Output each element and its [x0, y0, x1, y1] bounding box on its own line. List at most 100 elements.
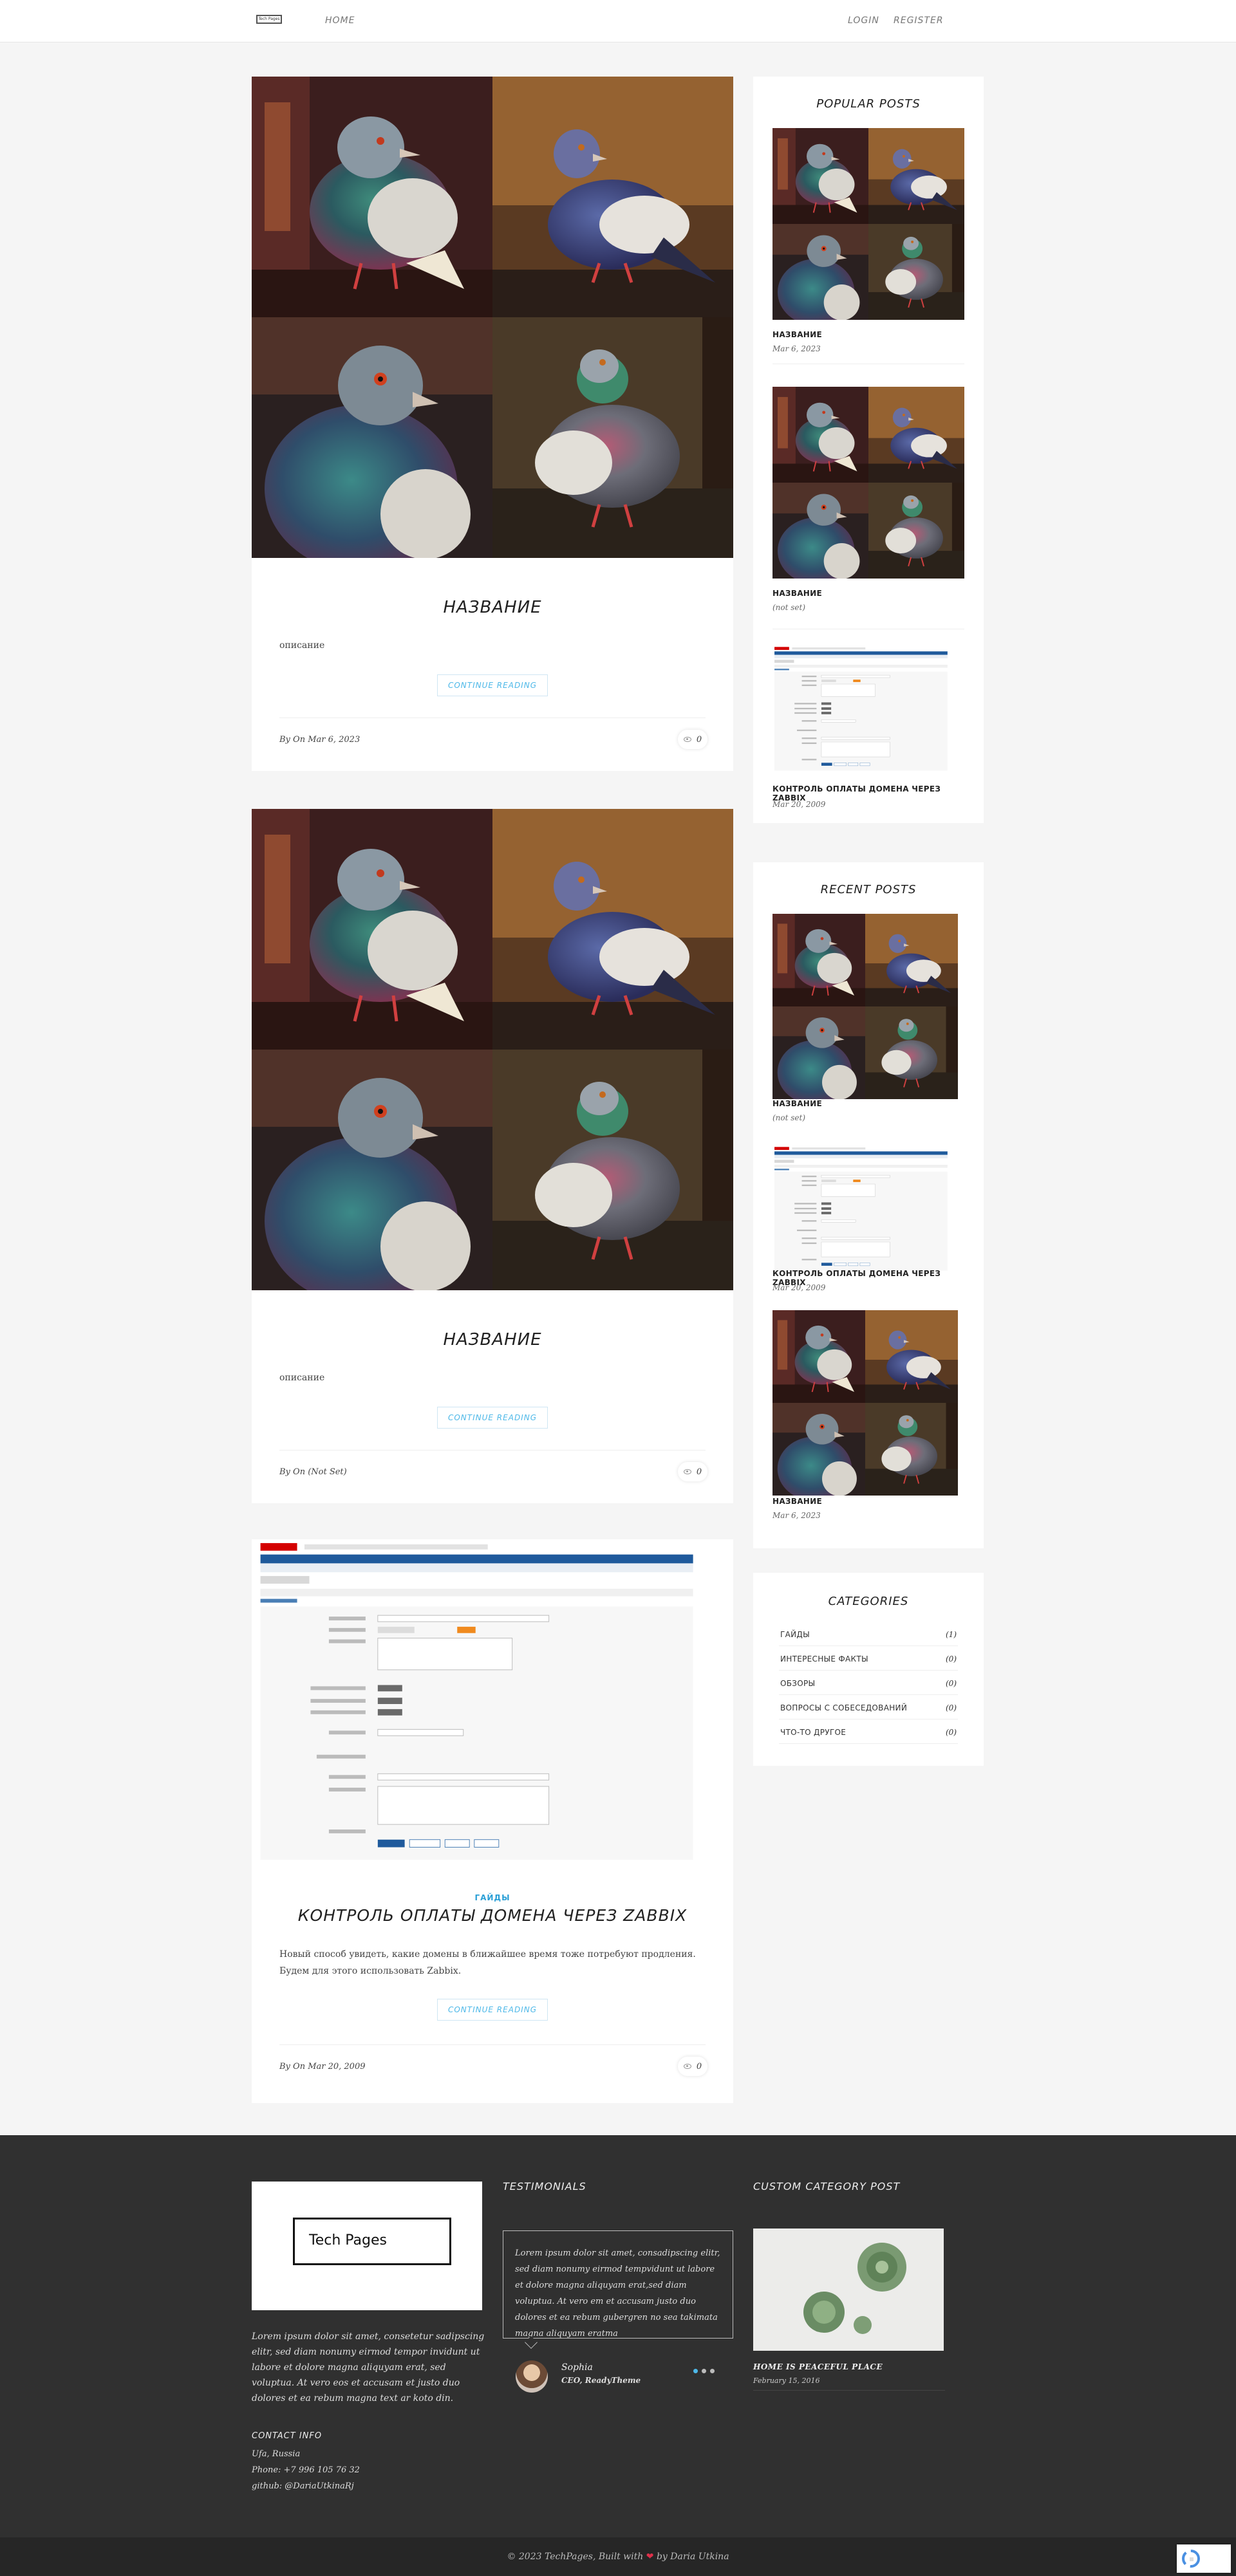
category-item[interactable]: ОБЗОРЫ (0) [779, 1671, 958, 1695]
recent-post-title[interactable]: НАЗВАНИЕ [772, 1099, 966, 1108]
category-count: (0) [946, 1728, 957, 1737]
post-card: НАЗВАНИЕ описание CONTINUE READING By On… [252, 809, 733, 1503]
avatar [516, 2360, 548, 2393]
copyright-author: by Daria Utkina [656, 2552, 729, 2562]
category-count: (0) [946, 1679, 957, 1688]
category-count: (0) [946, 1654, 957, 1663]
divider [753, 2390, 945, 2391]
popular-post-title[interactable]: НАЗВАНИЕ [772, 589, 966, 598]
popular-post-title[interactable]: НАЗВАНИЕ [772, 330, 966, 339]
eye-icon [683, 737, 691, 742]
eye-icon [683, 2064, 691, 2069]
recent-post-image[interactable] [772, 914, 958, 1099]
succulent-image [753, 2229, 944, 2351]
category-item[interactable]: ИНТЕРЕСНЫЕ ФАКТЫ (0) [779, 1646, 958, 1671]
popular-posts-widget: POPULAR POSTS НАЗВАНИЕ Mar 6, 2023 НАЗВА… [753, 77, 984, 823]
testimonial-quote: Lorem ipsum dolor sit amet, consadipscin… [503, 2230, 733, 2339]
zabbix-screenshot [772, 645, 955, 774]
contact-github[interactable]: github: @DariaUtkinaRj [252, 2481, 354, 2491]
widget-title: RECENT POSTS [820, 883, 917, 896]
carousel-dot[interactable] [693, 2369, 698, 2373]
divider [279, 2044, 706, 2045]
views-count: 0 [696, 1467, 702, 1477]
popular-post-image[interactable] [772, 387, 964, 579]
carousel-dot[interactable] [710, 2369, 715, 2373]
category-item[interactable]: ЧТО-ТО ДРУГОЕ (0) [779, 1719, 958, 1744]
nav-register-link[interactable]: REGISTER [894, 15, 944, 26]
pigeon-image [252, 809, 733, 1290]
contact-info-heading: CONTACT INFO [252, 2431, 323, 2441]
pigeon-image [772, 128, 964, 320]
continue-reading-button[interactable]: CONTINUE READING [437, 674, 548, 696]
post-image[interactable] [252, 809, 733, 1290]
copyright: © 2023 TechPages, Built with ❤ by Daria … [0, 2552, 1236, 2562]
recent-posts-widget: RECENT POSTS НАЗВАНИЕ (not set) КОНТРОЛЬ… [753, 862, 984, 1548]
continue-reading-button[interactable]: CONTINUE READING [437, 1999, 548, 2021]
footer-logo: Tech Pages [293, 2218, 451, 2265]
custom-post-date: February 15, 2016 [753, 2377, 820, 2385]
post-title[interactable]: НАЗВАНИЕ [252, 1330, 733, 1349]
contact-phone: Phone: +7 996 105 76 32 [252, 2465, 360, 2475]
pigeon-image [772, 914, 958, 1099]
eye-icon [683, 1469, 691, 1474]
top-navbar: Tech Pages HOME LOGIN REGISTER [0, 0, 1236, 42]
categories-widget: CATEGORIES ГАЙДЫ (1) ИНТЕРЕСНЫЕ ФАКТЫ (0… [753, 1573, 984, 1766]
testimonials-heading: TESTIMONIALS [503, 2180, 586, 2192]
recent-post-image[interactable] [772, 1310, 958, 1496]
recent-post-title[interactable]: НАЗВАНИЕ [772, 1497, 966, 1506]
category-name: ИНТЕРЕСНЫЕ ФАКТЫ [780, 1654, 868, 1663]
views-counter: 0 [678, 730, 707, 749]
zabbix-screenshot [256, 1539, 713, 1869]
site-logo[interactable]: Tech Pages [256, 15, 282, 24]
site-logo-text: Tech Pages [258, 17, 280, 21]
nav-home-link[interactable]: HOME [325, 15, 355, 26]
footer-logo-box[interactable]: Tech Pages [252, 2182, 482, 2310]
post-title[interactable]: НАЗВАНИЕ [252, 598, 733, 617]
post-meta: By On Mar 20, 2009 [279, 2062, 366, 2071]
recent-post-date: Mar 6, 2023 [772, 1511, 821, 1520]
nav-login-link[interactable]: LOGIN [848, 15, 879, 26]
category-name: ГАЙДЫ [780, 1630, 810, 1639]
widget-title: POPULAR POSTS [816, 97, 921, 111]
testimonial-name: Sophia [561, 2362, 593, 2373]
popular-post-date: Mar 20, 2009 [772, 800, 826, 809]
footer-about-text: Lorem ipsum dolor sit amet, consetetur s… [252, 2331, 485, 2404]
popular-post-image[interactable] [772, 645, 955, 774]
popular-post-image[interactable] [772, 128, 964, 320]
views-count: 0 [696, 734, 702, 745]
category-name: ВОПРОСЫ С СОБЕСЕДОВАНИЙ [780, 1703, 908, 1712]
views-count: 0 [696, 2061, 702, 2071]
testimonial-role: CEO, ReadyTheme [561, 2376, 641, 2385]
category-item[interactable]: ВОПРОСЫ С СОБЕСЕДОВАНИЙ (0) [779, 1695, 958, 1719]
continue-reading-button[interactable]: CONTINUE READING [437, 1407, 548, 1429]
carousel-dots [693, 2369, 715, 2373]
widget-title: CATEGORIES [828, 1595, 909, 1608]
contact-city: Ufa, Russia [252, 2449, 301, 2459]
post-title[interactable]: КОНТРОЛЬ ОПЛАТЫ ДОМЕНА ЧЕРЕЗ ZABBIX [252, 1906, 733, 1925]
heart-icon: ❤ [646, 2552, 654, 2562]
custom-post-image[interactable] [753, 2229, 944, 2351]
post-image[interactable] [252, 77, 733, 558]
popular-post-date: (not set) [772, 603, 806, 612]
views-counter: 0 [678, 1462, 707, 1481]
custom-post-title[interactable]: HOME IS PEACEFUL PLACE [753, 2362, 883, 2371]
carousel-dot[interactable] [702, 2369, 706, 2373]
recent-post-date: Mar 20, 2009 [772, 1283, 826, 1292]
post-excerpt: описание [279, 640, 325, 651]
pigeon-image [252, 77, 733, 558]
post-card: ГАЙДЫ КОНТРОЛЬ ОПЛАТЫ ДОМЕНА ЧЕРЕЗ ZABBI… [252, 1539, 733, 2103]
custom-category-heading: CUSTOM CATEGORY POST [753, 2180, 901, 2192]
category-item[interactable]: ГАЙДЫ (1) [779, 1622, 958, 1646]
category-count: (1) [946, 1630, 957, 1639]
recent-post-image[interactable] [772, 1145, 955, 1274]
post-excerpt: Новый способ увидеть, какие домены в бли… [279, 1949, 696, 1976]
copyright-bar: © 2023 TechPages, Built with ❤ by Daria … [0, 2537, 1236, 2576]
recaptcha-icon [1182, 2550, 1200, 2568]
recaptcha-badge[interactable] [1177, 2544, 1231, 2573]
post-card: НАЗВАНИЕ описание CONTINUE READING By On… [252, 77, 733, 771]
post-meta: By On Mar 6, 2023 [279, 735, 360, 745]
post-image[interactable] [256, 1539, 713, 1869]
category-name: ЧТО-ТО ДРУГОЕ [780, 1728, 847, 1737]
post-category[interactable]: ГАЙДЫ [252, 1893, 733, 1902]
recent-post-date: (not set) [772, 1113, 806, 1122]
